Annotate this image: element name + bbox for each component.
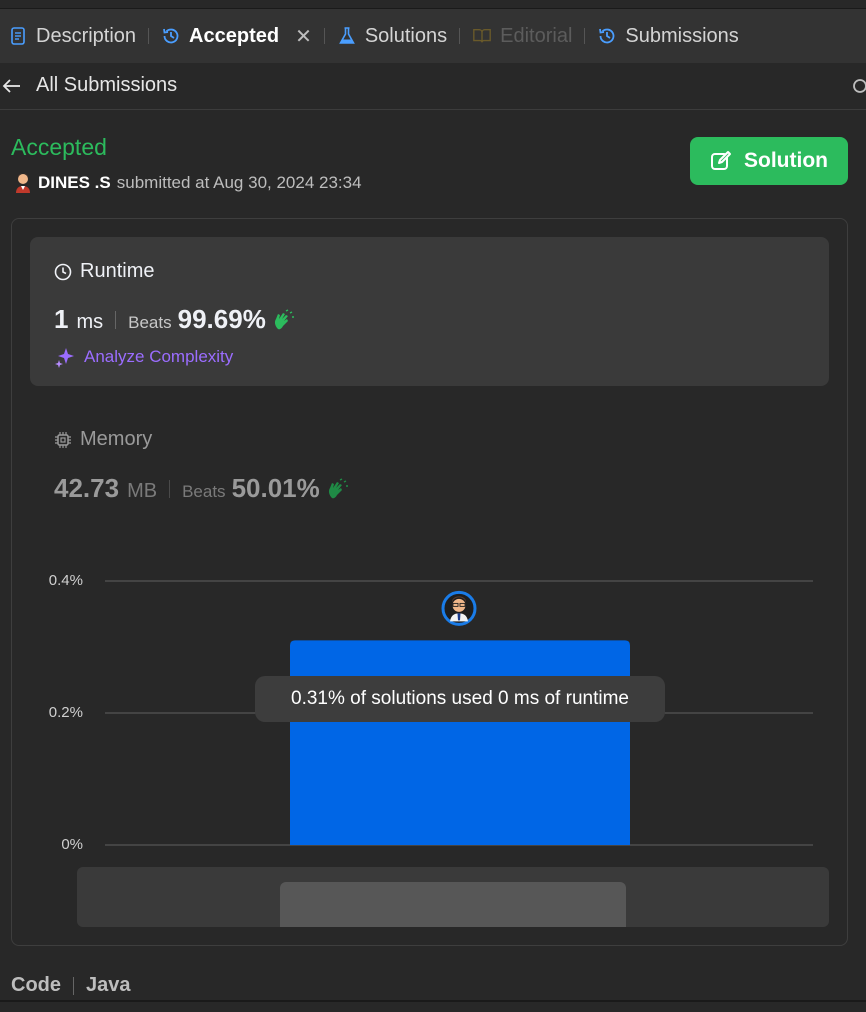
code-section-header: Code Java: [11, 974, 131, 997]
bottom-border: [0, 1000, 866, 1002]
runtime-distribution-chart: [105, 580, 813, 846]
user-position-avatar: [441, 590, 477, 626]
chart-bar[interactable]: [290, 640, 630, 845]
chart-range-scroller[interactable]: [77, 867, 829, 927]
y-tick-label: 0.2%: [48, 704, 83, 721]
chart-tooltip: 0.31% of solutions used 0 ms of runtime: [255, 676, 665, 722]
y-tick-label: 0.4%: [48, 572, 83, 589]
scroller-thumb[interactable]: [280, 882, 626, 927]
y-tick-label: 0%: [61, 836, 83, 853]
code-language: Java: [86, 974, 131, 996]
code-divider: [73, 976, 74, 995]
code-label: Code: [11, 974, 61, 996]
